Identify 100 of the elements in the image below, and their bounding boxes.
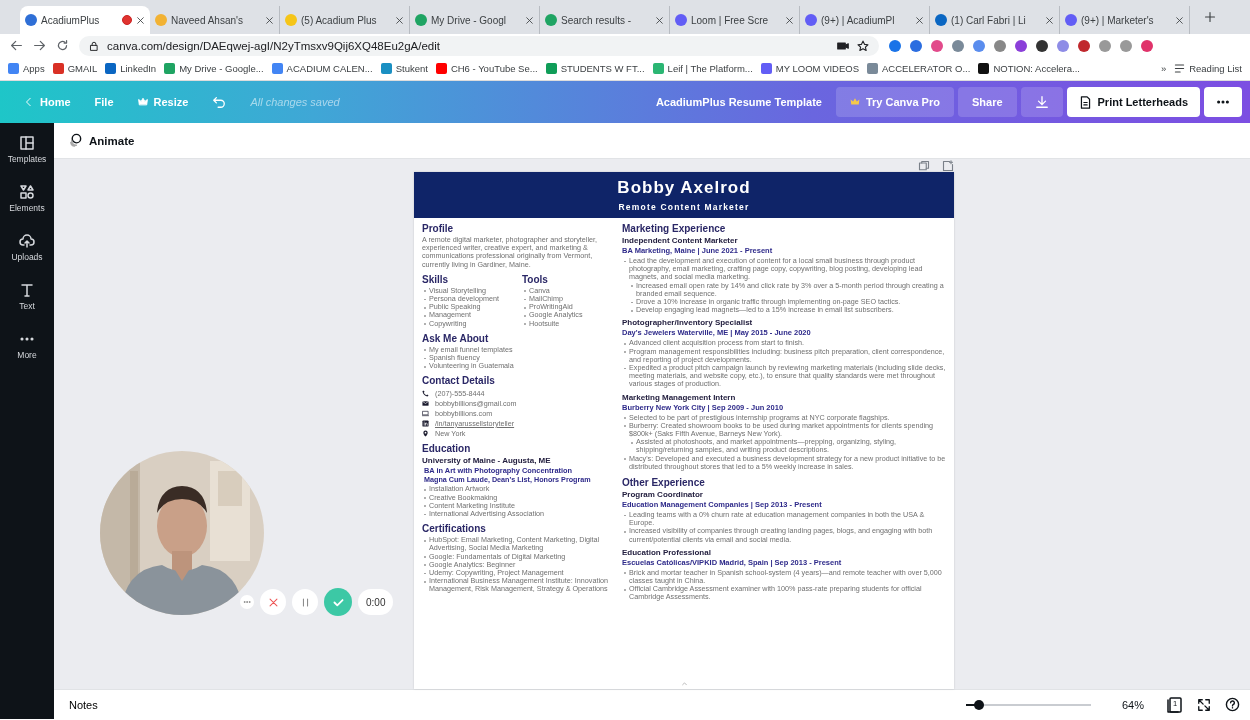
help-icon[interactable]: [1225, 697, 1240, 712]
section-heading: Certifications: [422, 523, 487, 535]
browser-tab[interactable]: (9+) | AcadiumPl: [800, 6, 930, 34]
zoom-level[interactable]: 64%: [1113, 698, 1153, 711]
section-heading: Marketing Experience: [622, 223, 727, 234]
close-icon[interactable]: [525, 15, 534, 25]
extension-icon[interactable]: [1078, 39, 1090, 52]
recording-timer: 0:00: [358, 589, 394, 615]
bookmark[interactable]: Leif | The Platform...: [652, 63, 753, 74]
close-icon: [267, 596, 279, 608]
section-heading: Contact Details: [422, 375, 496, 387]
close-icon[interactable]: [785, 15, 794, 25]
section-heading: Education: [422, 443, 472, 455]
browser-tab[interactable]: Loom | Free Scre: [670, 6, 800, 34]
bookmark[interactable]: ACCELERATOR O...: [867, 63, 971, 74]
browser-tab[interactable]: AcadiumPlus: [20, 6, 150, 34]
more-options-button[interactable]: [1204, 87, 1242, 117]
design-title[interactable]: AcadiumPlus Resume Template: [655, 96, 822, 108]
bookmark[interactable]: My Drive - Google...: [164, 63, 264, 74]
laptop-icon: [422, 409, 429, 417]
chevron-left-icon: [24, 97, 34, 107]
bookmark[interactable]: STUDENTS W FT...: [545, 63, 645, 74]
close-icon[interactable]: [1045, 15, 1054, 25]
section-heading: Other Experience: [622, 477, 706, 489]
document-icon: [1078, 95, 1092, 109]
extension-icon[interactable]: [1036, 39, 1048, 52]
browser-tab[interactable]: (5) Acadium Plus: [280, 6, 410, 34]
reading-list-button[interactable]: Reading List: [1174, 63, 1242, 74]
sidebar-item[interactable]: More: [2, 329, 52, 362]
reading-list-icon: [1174, 63, 1186, 74]
duplicate-page-icon[interactable]: [918, 159, 930, 172]
close-icon[interactable]: [915, 15, 924, 25]
resume-role: Remote Content Marketer: [618, 202, 750, 212]
new-tab-icon[interactable]: [1204, 11, 1216, 23]
location-pin-icon: [422, 429, 429, 437]
bookmark[interactable]: Apps: [8, 63, 45, 74]
linkedin-icon: [422, 419, 429, 427]
share-button[interactable]: Share: [957, 87, 1017, 117]
browser-tab[interactable]: Search results -: [540, 6, 670, 34]
close-icon[interactable]: [395, 15, 404, 25]
job-title: Education Professional: [622, 547, 712, 557]
job-title: Marketing Management Intern: [622, 392, 737, 402]
print-button[interactable]: Print Letterheads: [1066, 87, 1200, 117]
sidebar-item[interactable]: Text: [2, 280, 52, 313]
resume-name: Bobby Axelrod: [617, 178, 751, 198]
notes-button[interactable]: Notes: [69, 698, 98, 711]
bookmark[interactable]: LinkedIn: [105, 63, 157, 74]
download-icon: [1034, 95, 1049, 109]
close-icon[interactable]: [136, 15, 145, 25]
forward-icon[interactable]: [33, 39, 46, 52]
close-icon[interactable]: [265, 15, 274, 25]
sidebar-item[interactable]: Elements: [2, 182, 52, 215]
shapes-icon: [19, 184, 35, 200]
envelope-icon: [422, 399, 429, 407]
resume-page[interactable]: [414, 172, 954, 689]
undo-icon: [212, 95, 227, 109]
download-button[interactable]: [1020, 87, 1063, 117]
more-button[interactable]: [240, 595, 254, 609]
browser-tab[interactable]: Naveed Ahsan's: [150, 6, 280, 34]
fullscreen-icon[interactable]: [1197, 697, 1211, 712]
browser-tab[interactable]: (1) Carl Fabri | Li: [930, 6, 1060, 34]
close-icon[interactable]: [655, 15, 664, 25]
add-page-icon[interactable]: [942, 159, 954, 172]
crown-icon: [849, 97, 860, 107]
try-pro-button[interactable]: Try Canva Pro: [835, 87, 954, 117]
bookmark[interactable]: Stukent: [380, 63, 428, 74]
bookmark[interactable]: CH6 - YouTube Se...: [435, 63, 538, 74]
bookmark[interactable]: NOTION: Accelera...: [978, 63, 1080, 74]
phone-icon: [422, 389, 429, 397]
pages-icon: [1167, 696, 1183, 713]
section-heading: Profile: [422, 223, 455, 234]
back-icon[interactable]: [10, 39, 23, 52]
section-heading: Ask Me About: [422, 332, 490, 344]
lock-icon: [89, 40, 99, 51]
animate-button[interactable]: Animate: [64, 131, 139, 150]
bookmark[interactable]: MY LOOM VIDEOS: [760, 63, 860, 74]
crown-icon: [137, 97, 148, 107]
text-icon: [19, 282, 35, 298]
sidebar-item[interactable]: Templates: [2, 133, 52, 166]
templates-icon: [19, 135, 35, 151]
bookmark[interactable]: GMAIL: [52, 63, 98, 74]
browser-tab[interactable]: My Drive - Googl: [410, 6, 540, 34]
more-icon: [243, 598, 251, 606]
bookmark[interactable]: ACADIUM CALEN...: [271, 63, 373, 74]
chevron-up-icon: [680, 681, 688, 687]
sidebar-item[interactable]: Uploads: [2, 231, 52, 264]
extension-icon[interactable]: [1015, 39, 1027, 52]
zoom-slider-thumb[interactable]: [973, 699, 984, 710]
more-bookmarks-button[interactable]: »: [1160, 63, 1167, 74]
school-name: University of Maine - Augusta, ME: [422, 456, 552, 466]
job-title: Program Coordinator: [622, 490, 704, 500]
reload-icon[interactable]: [56, 39, 69, 52]
star-icon[interactable]: [857, 39, 869, 52]
browser-tab[interactable]: (9+) | Marketer's: [1060, 6, 1190, 34]
camera-icon[interactable]: [837, 39, 849, 52]
section-heading: Skills: [422, 273, 450, 285]
close-icon[interactable]: [1175, 15, 1184, 25]
address-bar[interactable]: canva.com/design/DAEqwej-agI/N2yTmsxv9Qij6XQ48Eu2gA/edit: [79, 35, 879, 56]
animate-icon: [68, 133, 83, 148]
section-heading: Tools: [522, 273, 549, 285]
